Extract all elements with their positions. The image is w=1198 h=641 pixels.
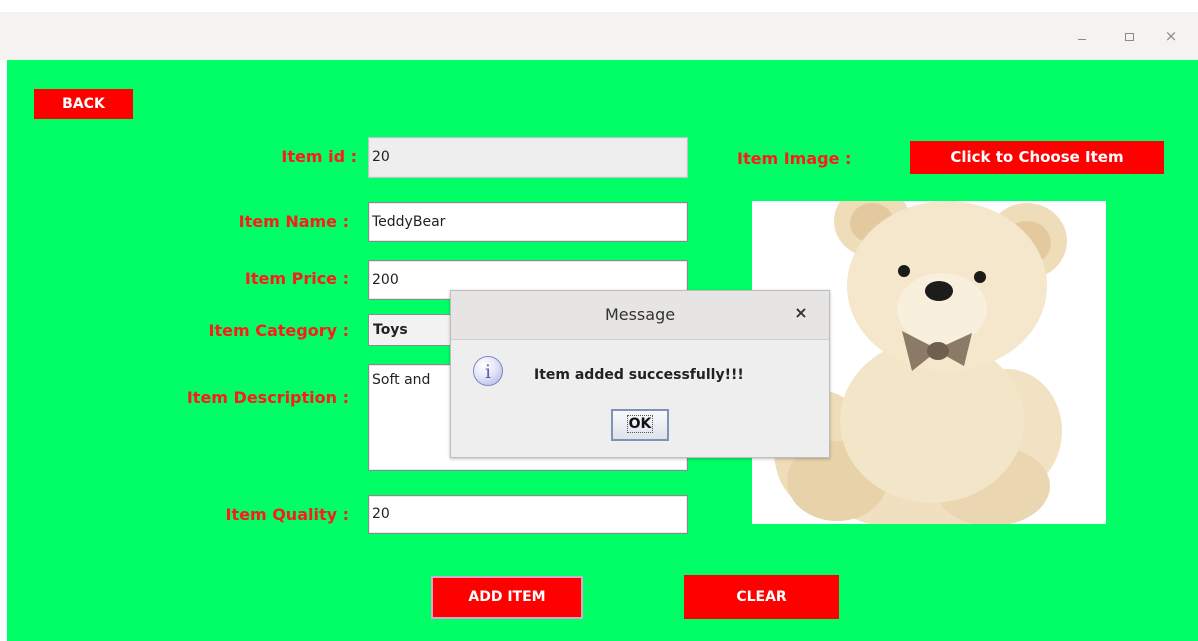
close-icon[interactable]: × xyxy=(1160,25,1182,47)
message-dialog: Message × i Item added successfully!!! O… xyxy=(450,290,830,458)
back-button[interactable]: BACK xyxy=(34,89,133,119)
item-quality-label: Item Quality : xyxy=(225,505,350,524)
choose-image-button[interactable]: Click to Choose Item xyxy=(910,141,1164,174)
dialog-titlebar: Message × xyxy=(451,291,829,340)
item-name-field[interactable]: TeddyBear xyxy=(368,202,688,242)
window-titlebar: × xyxy=(0,12,1198,60)
item-image-label: Item Image : xyxy=(737,149,852,168)
item-quality-field[interactable]: 20 xyxy=(368,495,688,534)
item-price-label: Item Price : xyxy=(244,269,349,288)
item-name-label: Item Name : xyxy=(238,212,349,231)
maximize-icon[interactable] xyxy=(1118,25,1140,47)
add-item-button[interactable]: ADD ITEM xyxy=(431,576,583,619)
info-icon: i xyxy=(473,356,503,386)
item-quality-value: 20 xyxy=(372,506,390,522)
item-id-field[interactable]: 20 xyxy=(368,137,688,178)
item-id-label: Item id : xyxy=(281,147,357,166)
item-category-value: Toys xyxy=(373,322,408,338)
ok-button-label: OK xyxy=(626,415,654,433)
dialog-close-icon[interactable]: × xyxy=(791,303,811,323)
item-description-label: Item Description : xyxy=(186,388,349,407)
clear-button[interactable]: CLEAR xyxy=(684,575,839,619)
item-category-label: Item Category : xyxy=(208,321,349,340)
dialog-message: Item added successfully!!! xyxy=(534,367,744,383)
item-id-value: 20 xyxy=(372,149,390,165)
minimize-icon[interactable] xyxy=(1071,25,1093,47)
item-name-value: TeddyBear xyxy=(372,214,446,230)
ok-button[interactable]: OK xyxy=(611,409,669,441)
dialog-title: Message xyxy=(604,305,676,324)
